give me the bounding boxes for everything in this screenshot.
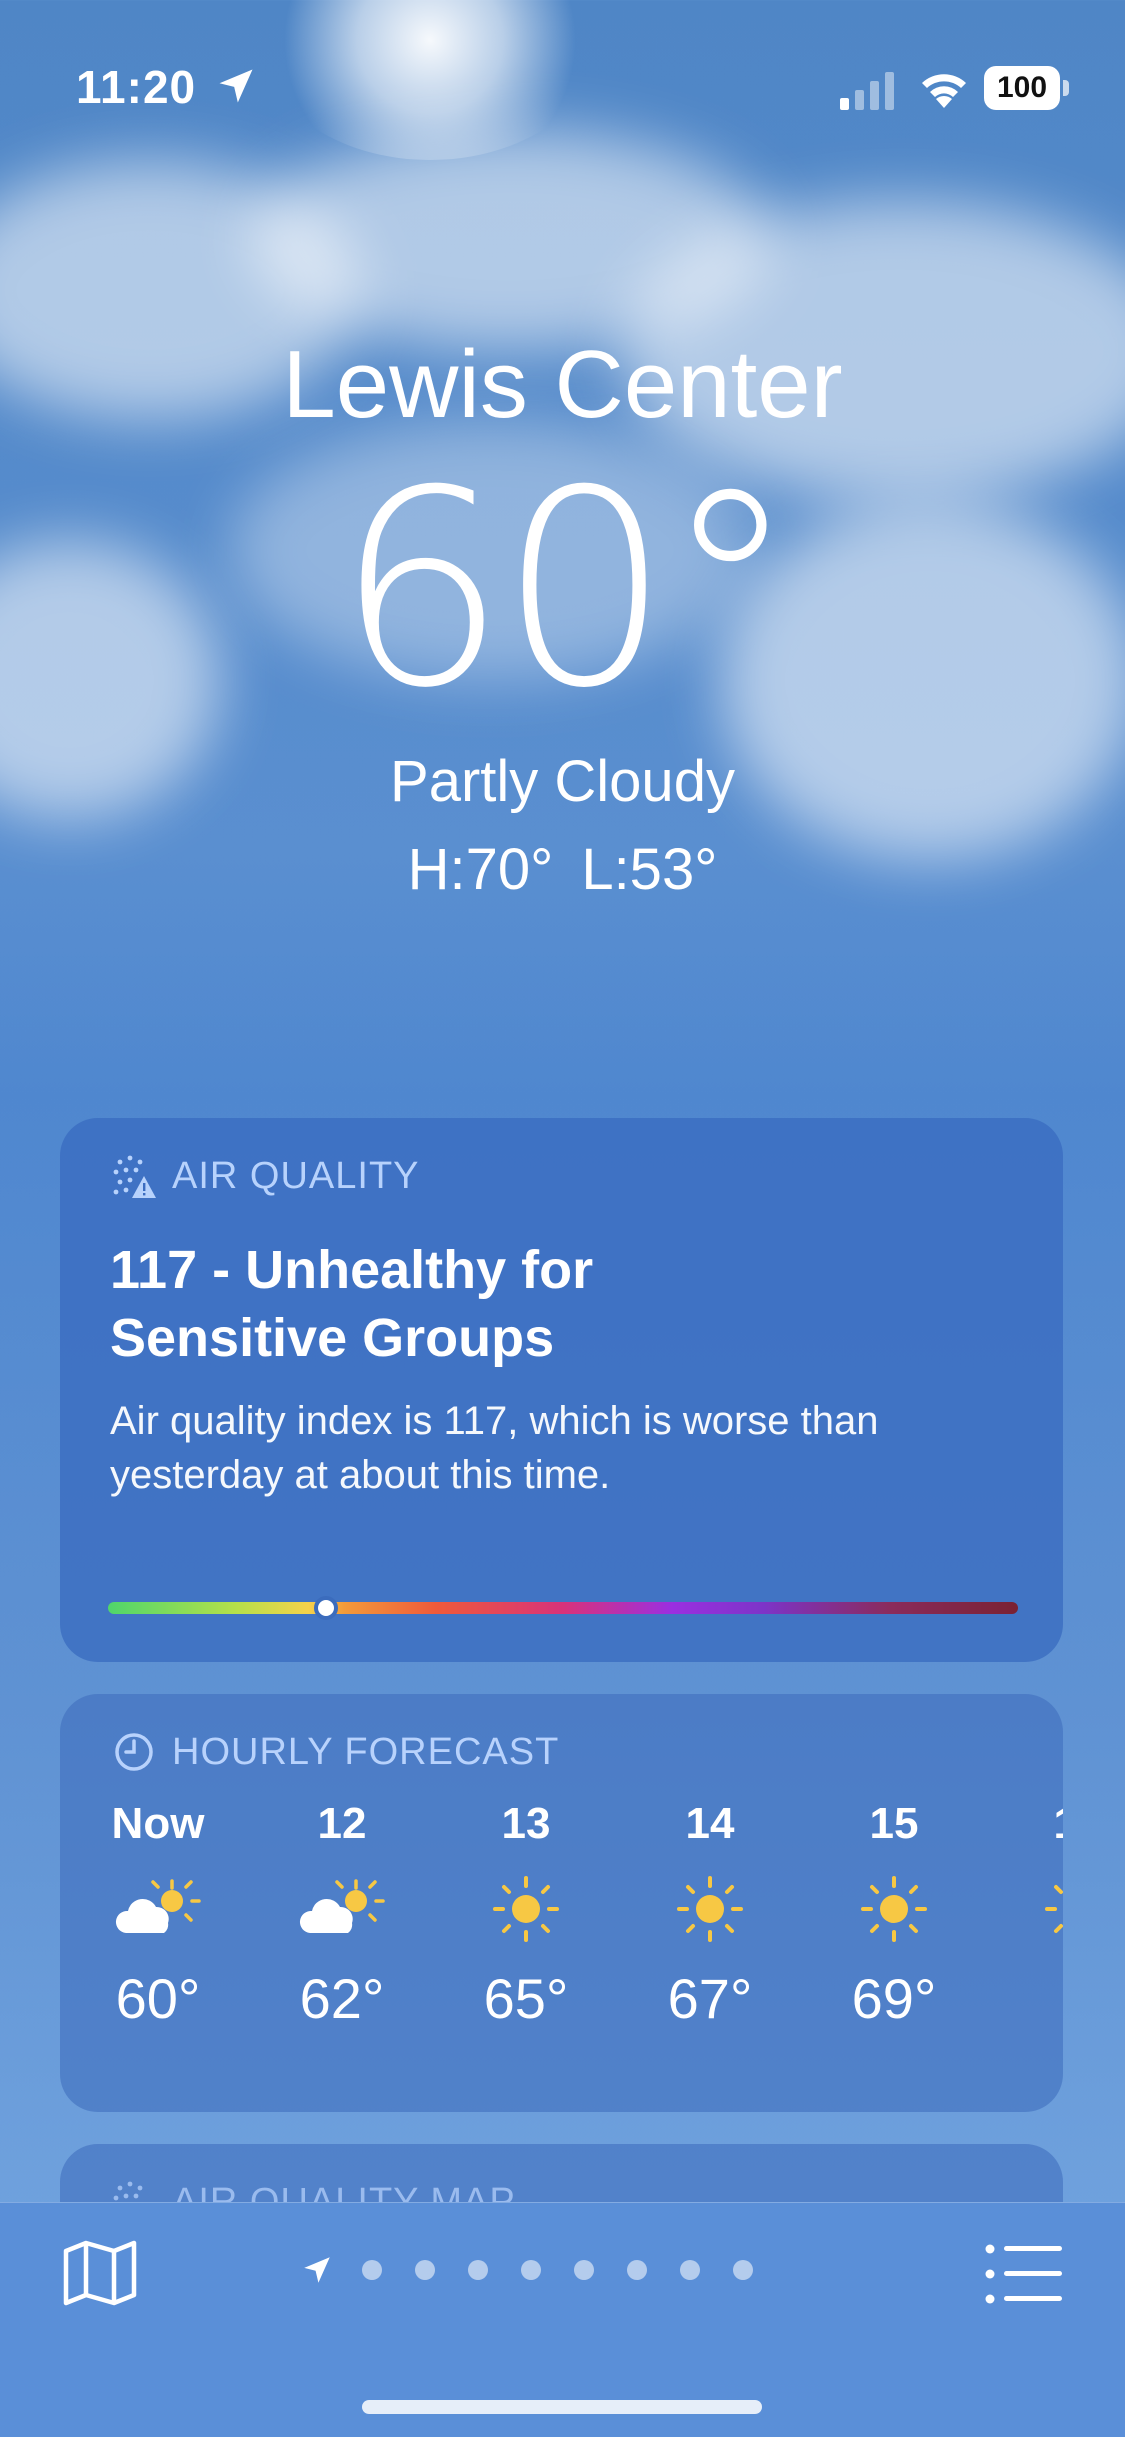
page-dot[interactable]	[574, 2260, 594, 2280]
air-quality-header: AIR QUALITY	[110, 1154, 420, 1198]
weather-condition: Partly Cloudy	[390, 749, 735, 814]
page-dot[interactable]	[521, 2260, 541, 2280]
city-name: Lewis Center	[282, 331, 843, 438]
hour-label: 16	[1008, 1794, 1063, 1854]
high-temp: H:70°	[407, 837, 554, 902]
page-dot[interactable]	[627, 2260, 647, 2280]
hourly-forecast-header-label: HOURLY FORECAST	[172, 1730, 560, 1773]
cellular-signal-icon	[840, 72, 894, 110]
sun-icon	[824, 1854, 964, 1964]
air-quality-description: Air quality index is 117, which is worse…	[110, 1399, 879, 1497]
hourly-item: 16 7	[1008, 1794, 1063, 2034]
current-temperature: 60°	[335, 432, 798, 747]
hourly-item: 14 67°	[640, 1794, 780, 2034]
page-dot[interactable]	[468, 2260, 488, 2280]
list-icon[interactable]	[984, 2243, 1064, 2305]
sun-icon	[1008, 1854, 1063, 1964]
partly-cloudy-icon	[272, 1854, 412, 1964]
hour-temperature: 60°	[115, 1967, 201, 2030]
hourly-item: 12 62°	[272, 1794, 412, 2034]
location-arrow-icon	[219, 69, 253, 103]
hour-temperature: 65°	[483, 1967, 569, 2030]
partly-cloudy-icon	[88, 1854, 228, 1964]
air-quality-title: 117 - Unhealthy for Sensitive Groups	[110, 1240, 594, 1368]
hour-label: 14	[685, 1799, 735, 1848]
low-temp: L:53°	[581, 837, 718, 902]
sun-icon	[456, 1854, 596, 1964]
hour-label: 15	[869, 1799, 919, 1848]
air-quality-icon	[113, 1155, 156, 1198]
home-indicator[interactable]	[362, 2400, 762, 2414]
air-quality-scale-bar	[108, 1602, 1018, 1614]
current-location-arrow-icon	[304, 2257, 330, 2283]
wifi-icon	[922, 74, 966, 108]
clock-icon	[115, 1733, 153, 1771]
page-dot[interactable]	[733, 2260, 753, 2280]
hourly-item: 15 69°	[824, 1794, 964, 2034]
high-low: H:70° L:53°	[0, 836, 1125, 903]
air-quality-indicator	[314, 1596, 339, 1620]
hourly-forecast-card[interactable]: HOURLY FORECAST Now 60° 12 62° 13 65° 14 67° 15 6…	[60, 1694, 1063, 2112]
hourly-item: Now 60°	[88, 1794, 228, 2034]
hour-label: 12	[317, 1799, 367, 1848]
hour-temperature: 69°	[851, 1967, 937, 2030]
hour-temperature: 67°	[667, 1967, 753, 2030]
location-page-indicator[interactable]	[300, 2253, 786, 2287]
sun-icon	[640, 1854, 780, 1964]
page-dot[interactable]	[362, 2260, 382, 2280]
hour-temperature: 7	[1008, 1964, 1063, 2034]
status-time: 11:20	[76, 61, 197, 113]
hourly-forecast-list[interactable]: Now 60° 12 62° 13 65° 14 67° 15 69° 16 7	[60, 1794, 1063, 2094]
hour-label: 13	[501, 1799, 551, 1848]
battery-icon: 100	[984, 66, 1070, 110]
air-quality-header-label: AIR QUALITY	[172, 1154, 420, 1197]
page-dot[interactable]	[415, 2260, 435, 2280]
battery-level: 100	[984, 66, 1060, 110]
hourly-item: 13 65°	[456, 1794, 596, 2034]
map-icon[interactable]	[62, 2239, 138, 2307]
page-dot[interactable]	[680, 2260, 700, 2280]
air-quality-card[interactable]: AIR QUALITY 117 - Unhealthy for Sensitiv…	[60, 1118, 1063, 1662]
status-bar: 11:20 100	[0, 60, 1125, 120]
hourly-forecast-header: HOURLY FORECAST	[110, 1730, 559, 1774]
hour-label: Now	[111, 1799, 205, 1848]
hour-temperature: 62°	[299, 1967, 385, 2030]
